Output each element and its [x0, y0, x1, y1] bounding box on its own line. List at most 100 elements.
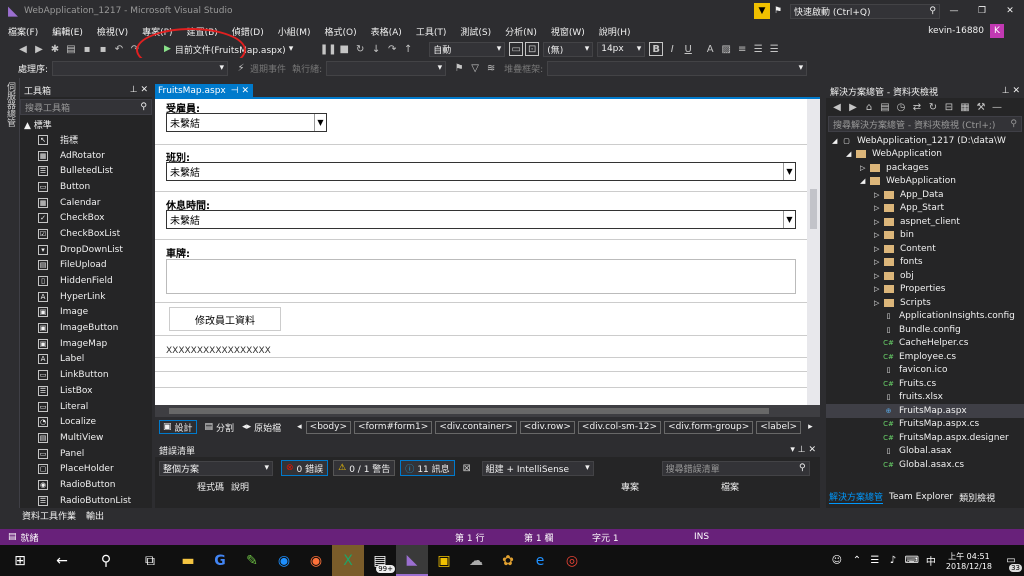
preview-icon[interactable]: — — [990, 100, 1004, 114]
sync-icon[interactable]: ⇄ — [910, 100, 924, 114]
expanded-icon[interactable]: ◢ — [860, 177, 870, 185]
app-icon[interactable]: ▣ — [428, 545, 460, 576]
volume-icon[interactable]: ♪ — [884, 545, 902, 576]
break-time-select[interactable]: 未繫結 ▼ — [166, 210, 796, 229]
toolbox-item[interactable]: ▯ HiddenField — [20, 273, 152, 289]
toolbox-item[interactable]: ▣ Image — [20, 305, 152, 321]
properties-icon[interactable]: ⚒ — [974, 100, 988, 114]
toolbox-item[interactable]: ✓ CheckBox — [20, 210, 152, 226]
breadcrumb-tag[interactable]: <div.col-sm-12> — [577, 420, 662, 434]
server-explorer-strip[interactable]: 伺服器總管 — [0, 78, 20, 508]
toolbox-item[interactable]: ▾ DropDownList — [20, 242, 152, 258]
list-icon[interactable]: ☰ — [751, 42, 765, 56]
close-icon[interactable]: ✕ — [140, 85, 148, 95]
crumb-left-icon[interactable]: ◂ — [297, 422, 302, 432]
toolbox-item[interactable]: ▤ FileUpload — [20, 258, 152, 274]
step-over-icon[interactable]: ↷ — [385, 42, 399, 56]
server-explorer-tab[interactable]: 伺服器總管 — [4, 82, 17, 127]
collapse-all-icon[interactable]: ⊟ — [942, 100, 956, 114]
tree-item[interactable]: ▯ fruits.xlsx — [826, 391, 1024, 405]
breadcrumb-tag[interactable]: <label> — [756, 420, 802, 434]
tree-item[interactable]: ▯ favicon.ico — [826, 364, 1024, 378]
build-intellisense-dropdown[interactable]: 組建 + IntelliSense ▾ — [481, 460, 594, 476]
indent-icon[interactable]: ☰ — [767, 42, 781, 56]
lifecycle-label[interactable]: 週期事件 — [250, 62, 286, 75]
warnings-filter-button[interactable]: ⚠ 0 / 1 警告 — [333, 460, 396, 476]
notepad-icon[interactable]: ✎ — [236, 545, 268, 576]
toolbox-item[interactable]: ☑ CheckBoxList — [20, 226, 152, 242]
minimize-button[interactable]: — — [940, 6, 968, 16]
toolbox-item[interactable]: A HyperLink — [20, 289, 152, 305]
people-icon[interactable]: ☺ — [826, 545, 848, 576]
lifecycle-icon[interactable]: ⚡ — [234, 61, 248, 75]
collapsed-icon[interactable]: ▷ — [874, 258, 884, 266]
toolbox-item[interactable]: ▭ Button — [20, 179, 152, 195]
tree-item[interactable]: C# Global.asax.cs — [826, 458, 1024, 472]
filter-icon[interactable]: ▽ — [468, 61, 482, 75]
toolbox-item[interactable]: ↖ 指標 — [20, 132, 152, 148]
menu-tools[interactable]: 工具(T) — [416, 25, 447, 38]
toolbox-item[interactable]: ☰ RadioButtonList — [20, 493, 152, 509]
breadcrumb-tag[interactable]: <div.container> — [435, 420, 517, 434]
toolbox-item[interactable]: ◉ RadioButton — [20, 477, 152, 493]
italic-button[interactable]: I — [665, 42, 679, 56]
tree-item[interactable]: C# CacheHelper.cs — [826, 337, 1024, 351]
underline-button[interactable]: U — [681, 42, 695, 56]
filter-icon[interactable]: ▼ — [753, 3, 770, 19]
home-icon[interactable]: ⌂ — [862, 100, 876, 114]
stop-icon[interactable]: ■ — [337, 42, 351, 56]
search-icon[interactable]: ⚲ — [84, 545, 128, 576]
toolbox-item[interactable]: ▢ PlaceHolder — [20, 461, 152, 477]
clock[interactable]: 上午 04:51 2018/12/18 — [946, 551, 992, 571]
action-center-icon[interactable]: ▭ 33 — [998, 545, 1024, 576]
task-view-icon[interactable]: ⧉ — [128, 545, 172, 576]
toolbox-item[interactable]: ▭ Panel — [20, 446, 152, 462]
tree-item[interactable]: ◢ WebApplication — [826, 175, 1024, 189]
chrome-icon[interactable]: ◎ — [556, 545, 588, 576]
style-dropdown[interactable]: (無) ▾ — [543, 41, 594, 57]
toolbox-item[interactable]: ▭ LinkButton — [20, 367, 152, 383]
flag-icon[interactable]: ⚑ — [452, 61, 466, 75]
undo-icon[interactable]: ↶ — [112, 42, 126, 56]
save-icon[interactable]: ▪ — [80, 42, 94, 56]
font-size-dropdown[interactable]: 14px ▾ — [597, 41, 646, 57]
toolbox-item[interactable]: ◔ Localize — [20, 414, 152, 430]
messages-filter-button[interactable]: ⓘ 11 訊息 — [400, 460, 455, 476]
thread-filter-icon[interactable]: ≋ — [484, 61, 498, 75]
google-icon[interactable]: G — [204, 545, 236, 576]
show-all-files-icon[interactable]: ▦ — [958, 100, 972, 114]
scope-dropdown[interactable]: 整個方案 ▾ — [159, 460, 273, 476]
tree-item[interactable]: ▷ App_Data — [826, 188, 1024, 202]
breadcrumb-tag[interactable]: <form#form1> — [354, 420, 433, 434]
back-arrow-icon[interactable]: ← — [40, 545, 84, 576]
process-dropdown[interactable]: ▾ — [52, 60, 229, 76]
collapsed-icon[interactable]: ▷ — [874, 218, 884, 226]
toolbox-item[interactable]: ▣ ImageButton — [20, 320, 152, 336]
pause-icon[interactable]: ❚❚ — [320, 42, 337, 56]
step-out-icon[interactable]: ↑ — [401, 42, 415, 56]
pin-icon[interactable]: ⊥ — [798, 445, 806, 455]
toolbox-item[interactable]: ▭ Literal — [20, 399, 152, 415]
position-icon[interactable]: ⊡ — [525, 42, 540, 56]
tree-item[interactable]: ▷ fonts — [826, 256, 1024, 270]
breadcrumb-tag[interactable]: <body> — [305, 420, 351, 434]
tree-item[interactable]: ▯ Global.asax — [826, 445, 1024, 459]
collapsed-icon[interactable]: ▷ — [874, 285, 884, 293]
pin-icon[interactable]: ⊣ — [231, 86, 239, 96]
solution-search-input[interactable]: 搜尋解決方案總管 - 資料夾檢視 (Ctrl+;) ⚲ — [828, 116, 1022, 132]
toolbox-search-input[interactable]: 搜尋工具箱 ⚲ — [20, 99, 152, 115]
store-icon[interactable]: ▤ 99+ — [364, 545, 396, 576]
restart-icon[interactable]: ↻ — [353, 42, 367, 56]
pending-changes-icon[interactable]: ◷ — [894, 100, 908, 114]
menu-analyze[interactable]: 分析(N) — [505, 25, 537, 38]
forward-icon[interactable]: ▶ — [32, 42, 46, 56]
pin-icon[interactable]: ⊥ — [130, 85, 138, 95]
user-name[interactable]: kevin-16880 — [928, 26, 984, 36]
menu-view[interactable]: 檢視(V) — [97, 25, 128, 38]
tree-item[interactable]: ◢ WebApplication — [826, 148, 1024, 162]
pin-icon[interactable]: ⊥ — [1002, 86, 1010, 96]
highlight-icon[interactable]: ▨ — [719, 42, 733, 56]
tab-fruitsmap-aspx[interactable]: FruitsMap.aspx ⊣ ✕ — [155, 84, 253, 98]
toolbox-item[interactable]: ▤ MultiView — [20, 430, 152, 446]
shift-select[interactable]: 未繫結 ▼ — [166, 162, 796, 181]
